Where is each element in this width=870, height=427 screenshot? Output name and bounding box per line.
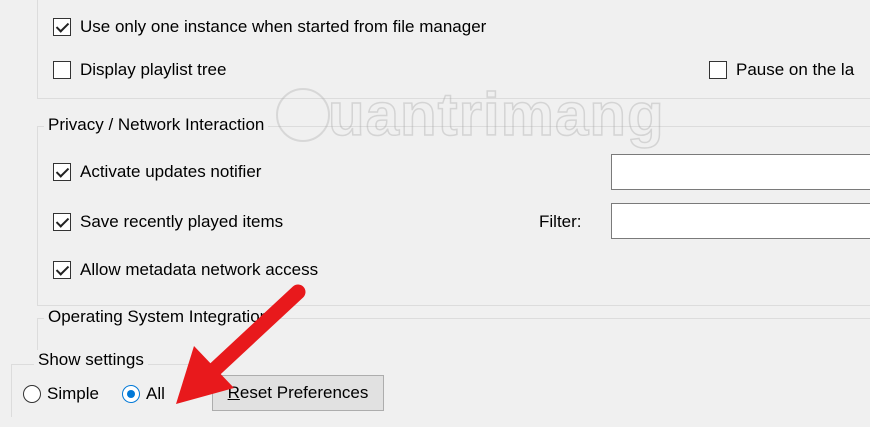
recent-items-checkbox[interactable]: Save recently played items bbox=[53, 212, 283, 232]
interface-group bbox=[37, 0, 870, 99]
recent-items-label: Save recently played items bbox=[80, 212, 284, 231]
playlist-tree-label: Display playlist tree bbox=[80, 60, 227, 79]
pause-last-checkbox-box[interactable] bbox=[709, 61, 727, 79]
preferences-panel: Use only one instance when started from … bbox=[0, 0, 870, 427]
privacy-group-title: Privacy / Network Interaction bbox=[44, 115, 269, 135]
updates-notifier-checkbox-box[interactable] bbox=[53, 163, 71, 181]
updates-interval-field[interactable] bbox=[611, 154, 870, 190]
metadata-access-checkbox[interactable]: Allow metadata network access bbox=[53, 260, 318, 280]
one-instance-label: Use only one instance when started from … bbox=[80, 17, 487, 36]
all-radio-circle[interactable] bbox=[122, 385, 140, 403]
updates-notifier-label: Activate updates notifier bbox=[80, 162, 262, 181]
filter-label: Filter: bbox=[539, 212, 582, 231]
simple-radio-circle[interactable] bbox=[23, 385, 41, 403]
one-instance-checkbox-box[interactable] bbox=[53, 18, 71, 36]
pause-last-label: Pause on the la bbox=[736, 60, 855, 79]
red-arrow-annotation bbox=[176, 284, 306, 404]
simple-radio-label: Simple bbox=[47, 384, 99, 403]
playlist-tree-checkbox[interactable]: Display playlist tree bbox=[53, 60, 226, 80]
show-settings-title: Show settings bbox=[34, 350, 148, 370]
metadata-access-label: Allow metadata network access bbox=[80, 260, 319, 279]
playlist-tree-checkbox-box[interactable] bbox=[53, 61, 71, 79]
recent-items-checkbox-box[interactable] bbox=[53, 213, 71, 231]
updates-notifier-checkbox[interactable]: Activate updates notifier bbox=[53, 162, 261, 182]
pause-last-checkbox[interactable]: Pause on the la bbox=[709, 60, 854, 80]
arrow-shaft bbox=[204, 284, 306, 380]
one-instance-checkbox[interactable]: Use only one instance when started from … bbox=[53, 17, 486, 37]
metadata-access-checkbox-box[interactable] bbox=[53, 261, 71, 279]
all-radio[interactable]: All bbox=[122, 384, 165, 404]
simple-radio[interactable]: Simple bbox=[23, 384, 99, 404]
filter-input[interactable] bbox=[611, 203, 870, 239]
